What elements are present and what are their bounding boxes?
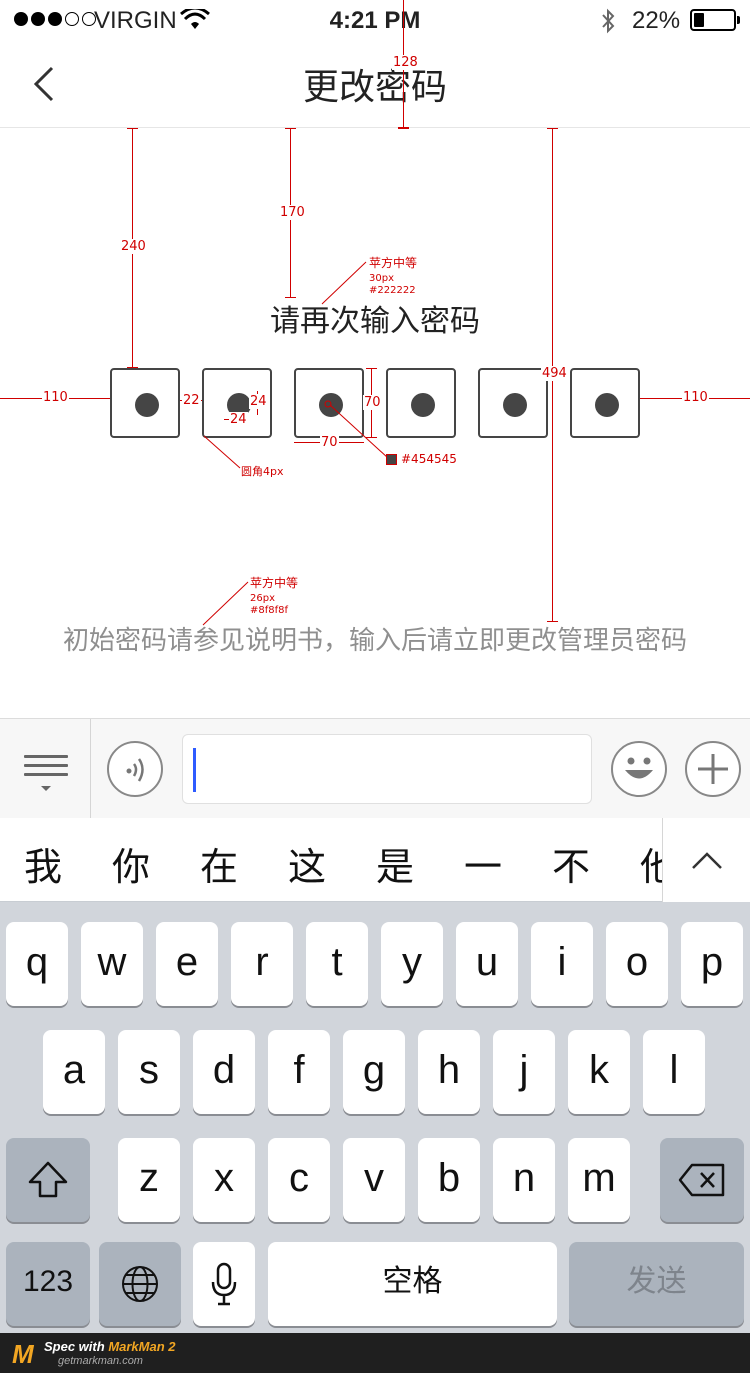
key-q[interactable]: q	[6, 922, 68, 1006]
list-menu-icon[interactable]	[24, 755, 68, 800]
corner-radius-spec: 圆角4px	[241, 465, 284, 478]
key-z[interactable]: z	[118, 1138, 180, 1222]
markman-logo: M	[12, 1339, 34, 1369]
dictation-key[interactable]	[193, 1242, 255, 1326]
candidate-word[interactable]: 这	[288, 836, 326, 891]
key-k[interactable]: k	[568, 1030, 630, 1114]
plus-icon	[698, 754, 728, 784]
voice-wave-icon	[126, 758, 144, 782]
key-v[interactable]: v	[343, 1138, 405, 1222]
key-a[interactable]: a	[43, 1030, 105, 1114]
numbers-key[interactable]: 123	[6, 1242, 90, 1326]
voice-button[interactable]	[107, 741, 163, 797]
candidate-word[interactable]: 在	[200, 836, 238, 891]
brand-label: MarkMan 2	[108, 1339, 176, 1354]
send-key[interactable]: 发送	[569, 1242, 744, 1326]
globe-key[interactable]	[99, 1242, 181, 1326]
hint-font-spec: 苹方中等	[250, 576, 299, 590]
candidate-word[interactable]: 一	[464, 836, 502, 891]
key-n[interactable]: n	[493, 1138, 555, 1222]
key-e[interactable]: e	[156, 922, 218, 1006]
key-h[interactable]: h	[418, 1030, 480, 1114]
candidate-bar: 我你在这是一不他	[0, 818, 750, 902]
key-t[interactable]: t	[306, 922, 368, 1006]
prompt-font-spec: 苹方中等	[369, 256, 418, 270]
dot-color-spec: #454545	[401, 452, 457, 466]
key-s[interactable]: s	[118, 1030, 180, 1114]
key-b[interactable]: b	[418, 1138, 480, 1222]
key-u[interactable]: u	[456, 922, 518, 1006]
smiley-icon	[625, 757, 653, 779]
space-key[interactable]: 空格	[268, 1242, 557, 1326]
globe-icon	[122, 1266, 158, 1302]
delete-key[interactable]	[660, 1138, 744, 1222]
emoji-button[interactable]	[611, 741, 667, 797]
backspace-icon	[678, 1163, 725, 1197]
spec-label: Spec with	[44, 1339, 105, 1354]
candidate-word[interactable]: 是	[376, 836, 414, 891]
key-w[interactable]: w	[81, 922, 143, 1006]
hint-color-spec: #8f8f8f	[250, 605, 289, 616]
message-input[interactable]	[182, 734, 592, 804]
shift-key[interactable]	[6, 1138, 90, 1222]
candidate-word[interactable]: 我	[24, 836, 62, 891]
markman-footer: M Spec with MarkMan 2 getmarkman.com	[0, 1333, 750, 1373]
key-g[interactable]: g	[343, 1030, 405, 1114]
chevron-up-icon	[692, 852, 722, 869]
key-x[interactable]: x	[193, 1138, 255, 1222]
key-f[interactable]: f	[268, 1030, 330, 1114]
footer-url: getmarkman.com	[58, 1355, 143, 1367]
key-p[interactable]: p	[681, 922, 743, 1006]
key-j[interactable]: j	[493, 1030, 555, 1114]
key-m[interactable]: m	[568, 1138, 630, 1222]
candidate-word[interactable]: 你	[112, 836, 150, 891]
key-l[interactable]: l	[643, 1030, 705, 1114]
dot-color-swatch	[386, 454, 397, 465]
text-cursor	[193, 748, 196, 792]
candidate-word[interactable]: 不	[552, 836, 590, 891]
key-r[interactable]: r	[231, 922, 293, 1006]
key-i[interactable]: i	[531, 922, 593, 1006]
chat-input-bar	[0, 718, 750, 819]
key-d[interactable]: d	[193, 1030, 255, 1114]
key-c[interactable]: c	[268, 1138, 330, 1222]
candidate-word[interactable]: 他	[640, 836, 662, 891]
hint-size-spec: 26px	[250, 593, 275, 604]
key-y[interactable]: y	[381, 922, 443, 1006]
add-button[interactable]	[685, 741, 741, 797]
microphone-icon	[211, 1262, 237, 1306]
expand-candidates-button[interactable]	[662, 818, 750, 902]
shift-icon	[28, 1161, 68, 1198]
prompt-size-spec: 30px	[369, 273, 394, 284]
key-o[interactable]: o	[606, 922, 668, 1006]
keyboard: qwertyuiop asdfghjkl zxcvbnm 123 空格 发送	[0, 902, 750, 1333]
prompt-color-spec: #222222	[369, 285, 416, 296]
